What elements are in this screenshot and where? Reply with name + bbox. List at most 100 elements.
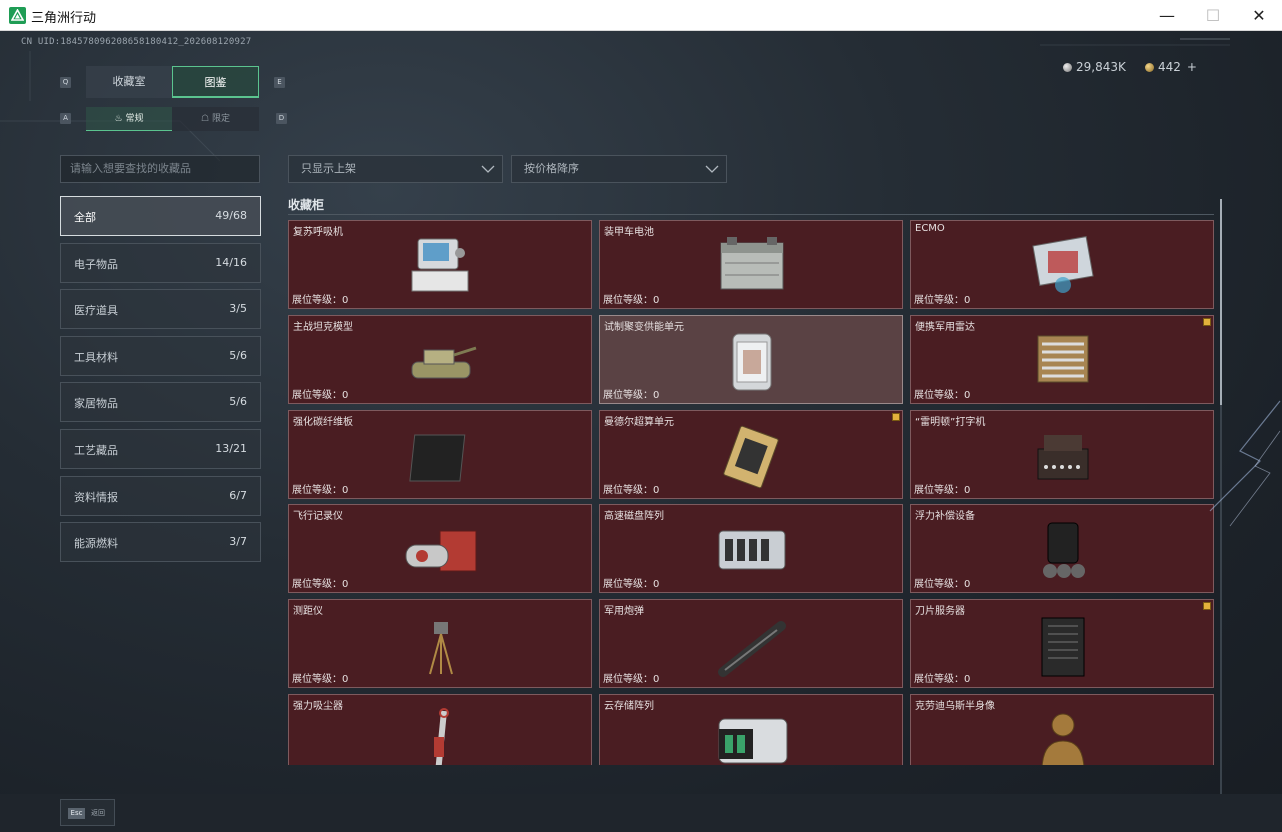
silver-amount: 29,843K xyxy=(1076,60,1126,74)
display-level: 展位等级：0 xyxy=(603,295,660,306)
collection-card[interactable]: 主战坦克模型 展位等级：0 xyxy=(288,314,592,404)
item-name: 曼德尔超算单元 xyxy=(604,416,674,428)
collection-card[interactable]: 克劳迪乌斯半身像展位等级：0 xyxy=(910,694,1214,765)
display-level: 展位等级：0 xyxy=(292,674,349,686)
shelf-filter-dropdown[interactable]: 只显示上架 xyxy=(288,155,503,183)
item-name: 高速磁盘阵列 xyxy=(604,511,664,523)
new-badge-icon xyxy=(1203,317,1211,326)
key-hint-a: A xyxy=(60,113,71,124)
category-item[interactable]: 电子物品 14/16 xyxy=(60,242,261,283)
vacuum-icon xyxy=(434,708,449,765)
key-hint-q: Q xyxy=(60,77,71,88)
item-name: 强力吸尘器 xyxy=(293,701,343,712)
back-button[interactable]: Esc 返回 xyxy=(60,799,115,826)
collection-card[interactable]: 高速磁盘阵列 展位等级：0 xyxy=(599,504,903,594)
carbon-plate-icon xyxy=(409,434,466,482)
display-level: 展位等级：0 xyxy=(914,389,971,401)
back-label: 返回 xyxy=(91,809,105,817)
category-item[interactable]: 工艺藏品 13/21 xyxy=(60,429,261,469)
tank-model-icon xyxy=(411,346,477,379)
display-level: 展位等级：0 xyxy=(603,674,660,686)
maximize-button[interactable]: ☐ xyxy=(1190,0,1236,31)
category-item[interactable]: 工具材料 5/6 xyxy=(60,335,261,376)
minimize-button[interactable]: — xyxy=(1144,0,1190,31)
blade-server-icon xyxy=(1041,617,1085,677)
category-item[interactable]: 资料情报 6/7 xyxy=(60,475,261,516)
collection-card[interactable]: 试制聚变供能单元 展位等级：0 xyxy=(599,314,903,404)
tab-catalog[interactable]: 图鉴 xyxy=(172,66,259,98)
window-titlebar: 三角洲行动 — ☐ ✕ xyxy=(0,0,1282,31)
gold-amount: 442 xyxy=(1158,60,1181,74)
item-name: 主战坦克模型 xyxy=(293,321,353,333)
app-logo-icon xyxy=(9,7,26,24)
item-name: 强化碳纤维板 xyxy=(293,416,353,428)
chevron-down-icon xyxy=(481,165,495,173)
item-name: 便携军用雷达 xyxy=(915,321,975,333)
category-item[interactable]: 家居物品 5/6 xyxy=(60,382,261,423)
user-id: CN UID:1845780962086581804​12_2026081209… xyxy=(21,37,252,47)
category-label: 全部 xyxy=(74,211,96,224)
currency-silver: 29,843K xyxy=(1063,60,1126,74)
regular-icon: ♨ xyxy=(114,114,126,124)
category-count: 13/21 xyxy=(215,442,247,455)
category-count: 6/7 xyxy=(229,488,247,502)
subtab-limited[interactable]: ☖ 限定 xyxy=(172,107,259,131)
collection-card[interactable]: 云存储阵列展位等级：0 xyxy=(599,694,903,765)
item-name: 云存储阵列 xyxy=(604,701,654,712)
collection-card[interactable]: 测距仪展位等级：0 xyxy=(288,599,592,689)
subtab-regular[interactable]: ♨ 常规 xyxy=(86,107,172,131)
category-label: 能源燃料 xyxy=(74,537,118,551)
collection-card[interactable]: “雷明顿”打字机 展位等级：0 xyxy=(910,409,1214,499)
collection-card[interactable]: 复苏呼吸机展位等级：0 xyxy=(288,220,592,309)
collection-card[interactable]: 军用炮弹 展位等级：0 xyxy=(599,599,903,689)
display-level: 展位等级：0 xyxy=(292,389,349,401)
collection-card[interactable]: 刀片服务器 展位等级：0 xyxy=(910,599,1214,689)
buoyancy-device-icon xyxy=(1043,522,1085,579)
collection-card[interactable]: 飞行记录仪 展位等级：0 xyxy=(288,504,592,594)
category-item[interactable]: 能源燃料 3/7 xyxy=(60,522,261,563)
sort-value: 按价格降序 xyxy=(524,162,579,175)
category-item[interactable]: 医疗道具 3/5 xyxy=(60,289,261,330)
tab-collection-room[interactable]: 收藏室 xyxy=(86,66,172,98)
shelf-filter-value: 只显示上架 xyxy=(301,162,356,175)
collection-card[interactable]: 装甲车电池 展位等级：0 xyxy=(599,220,903,309)
category-label: 资料情报 xyxy=(74,490,118,504)
section-title: 收藏柜 xyxy=(288,198,325,212)
category-item[interactable]: 全部 49/68 xyxy=(60,196,261,236)
add-currency-button[interactable]: + xyxy=(1187,60,1197,74)
collection-card[interactable]: 浮力补偿设备 展位等级：0 xyxy=(910,504,1214,594)
collection-card[interactable]: 强化碳纤维板 展位等级：0 xyxy=(288,409,592,499)
lightning-decoration xyxy=(1209,400,1281,527)
item-name: ECMO xyxy=(915,223,945,234)
search-input[interactable]: 请输入想要查找的收藏品 xyxy=(60,155,260,183)
scrollbar-thumb[interactable] xyxy=(1220,199,1222,405)
item-name: 试制聚变供能单元 xyxy=(604,321,684,333)
game-viewport: CN UID:1845780962086581804​12_2026081209… xyxy=(0,31,1282,832)
disk-array-icon xyxy=(718,530,786,570)
chevron-down-icon xyxy=(705,165,719,173)
category-count: 3/5 xyxy=(229,302,247,316)
close-button[interactable]: ✕ xyxy=(1236,0,1282,31)
category-label: 家居物品 xyxy=(74,397,118,411)
collection-card[interactable]: ECMO 展位等级：0 xyxy=(910,220,1214,309)
category-count: 3/7 xyxy=(229,535,247,549)
display-level: 展位等级：0 xyxy=(603,579,660,591)
fusion-unit-icon xyxy=(732,333,772,391)
item-name: 复苏呼吸机 xyxy=(293,227,343,238)
main-tabs: 收藏室 图鉴 xyxy=(86,66,259,98)
display-level: 展位等级：0 xyxy=(292,484,349,496)
display-level: 展位等级：0 xyxy=(914,674,971,686)
collection-card[interactable]: 强力吸尘器展位等级：0 xyxy=(288,694,592,765)
currency-gold[interactable]: 442 + xyxy=(1145,60,1197,74)
display-level: 展位等级：0 xyxy=(292,295,349,306)
sort-dropdown[interactable]: 按价格降序 xyxy=(511,155,727,183)
section-divider xyxy=(288,214,1214,215)
collection-card[interactable]: 曼德尔超算单元 展位等级：0 xyxy=(599,409,903,499)
battery-icon xyxy=(720,237,784,290)
ecmo-icon xyxy=(1032,236,1094,293)
bust-icon xyxy=(1041,713,1085,765)
collection-card[interactable]: 便携军用雷达 展位等级：0 xyxy=(910,314,1214,404)
item-name: 测距仪 xyxy=(293,606,323,618)
category-count: 14/16 xyxy=(215,255,247,269)
item-name: 浮力补偿设备 xyxy=(915,511,975,523)
